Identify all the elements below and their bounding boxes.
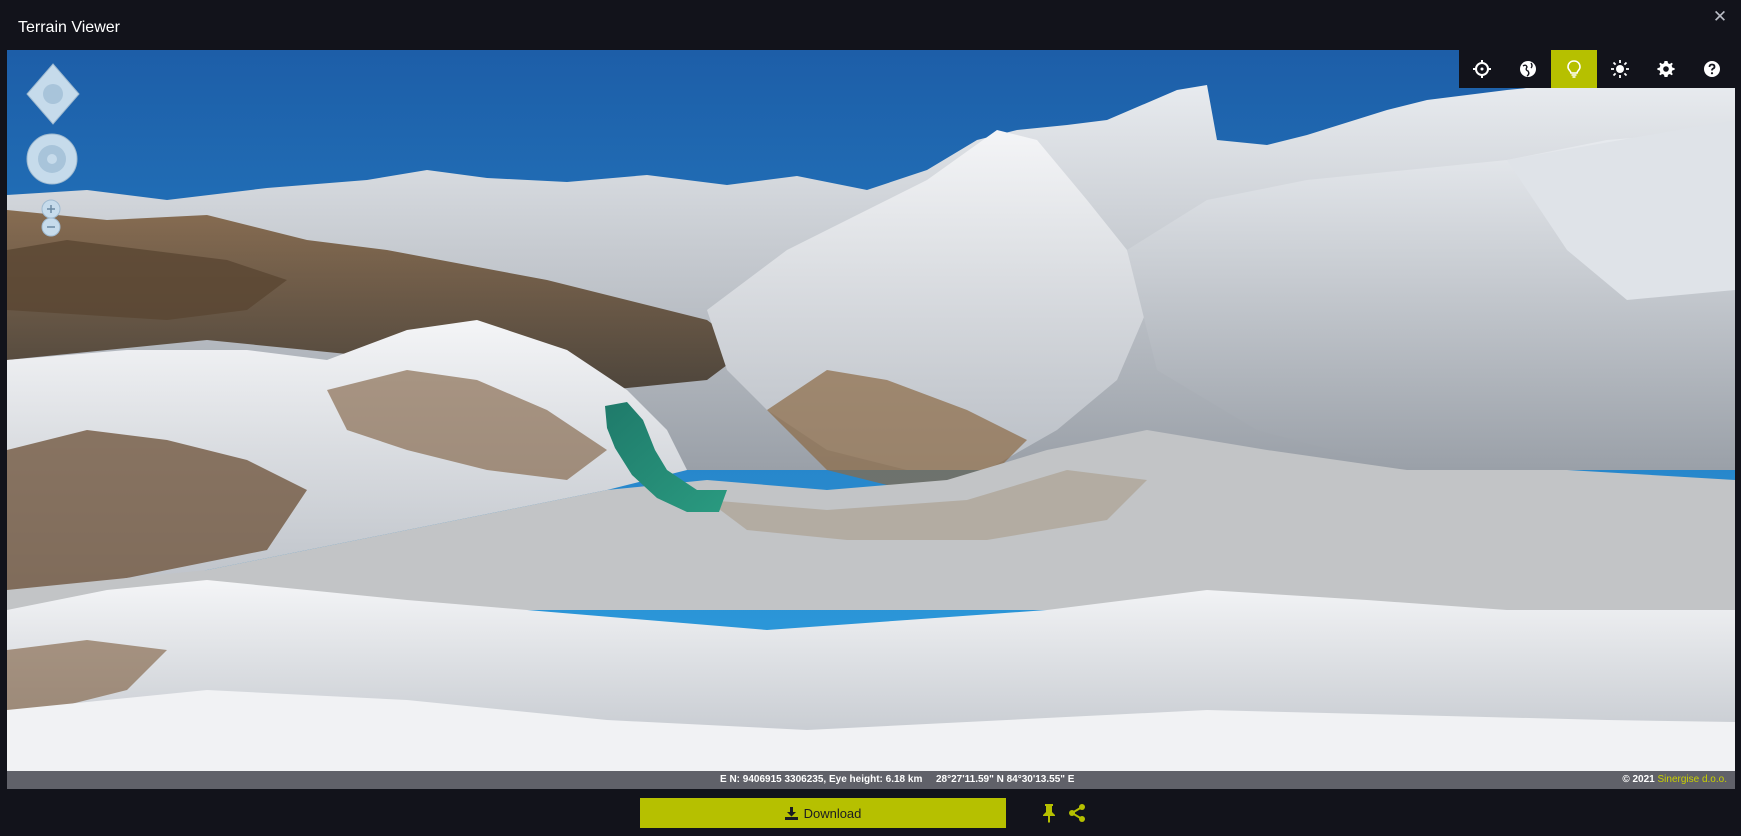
zoom-in-icon[interactable] <box>41 199 61 219</box>
window-title: Terrain Viewer <box>18 19 120 36</box>
settings-button[interactable] <box>1643 50 1689 88</box>
close-icon[interactable]: ✕ <box>1709 6 1731 28</box>
viewer-toolbar <box>1459 50 1735 88</box>
sun-button[interactable] <box>1597 50 1643 88</box>
help-icon <box>1704 61 1720 77</box>
terrain-scene[interactable] <box>7 50 1735 789</box>
globe-icon <box>1520 61 1536 77</box>
orbit-control-icon[interactable] <box>25 132 79 186</box>
help-button[interactable] <box>1689 50 1735 88</box>
crosshair-button[interactable] <box>1459 50 1505 88</box>
lightbulb-icon <box>1567 60 1581 78</box>
brand-link[interactable]: Sinergise d.o.o. <box>1658 774 1728 785</box>
download-button[interactable]: Download <box>640 798 1006 828</box>
gear-icon <box>1657 61 1675 77</box>
copyright-text: © 2021 <box>1622 774 1655 785</box>
action-bar: Download <box>0 795 1741 829</box>
status-copyright: © 2021 Sinergise d.o.o. <box>1622 771 1727 789</box>
pan-control-icon[interactable] <box>21 62 85 126</box>
status-bar: E N: 9406915 3306235, Eye height: 6.18 k… <box>7 771 1735 789</box>
terrain-viewport[interactable]: E N: 9406915 3306235, Eye height: 6.18 k… <box>7 50 1735 789</box>
lighting-button[interactable] <box>1551 50 1597 88</box>
pin-icon[interactable] <box>1040 803 1058 823</box>
share-icon[interactable] <box>1068 803 1086 823</box>
download-icon <box>784 806 798 820</box>
zoom-out-icon[interactable] <box>41 217 61 237</box>
globe-button[interactable] <box>1505 50 1551 88</box>
terrain-viewer-window: Terrain Viewer ✕ E N: 9406915 3306235, E… <box>0 0 1741 836</box>
crosshair-icon <box>1473 60 1491 78</box>
download-label: Download <box>803 805 862 821</box>
status-latlon: 28°27'11.59" N 84°30'13.55" E <box>936 774 1075 785</box>
sun-icon <box>1611 60 1629 78</box>
status-coordinates: E N: 9406915 3306235, Eye height: 6.18 k… <box>720 774 923 785</box>
